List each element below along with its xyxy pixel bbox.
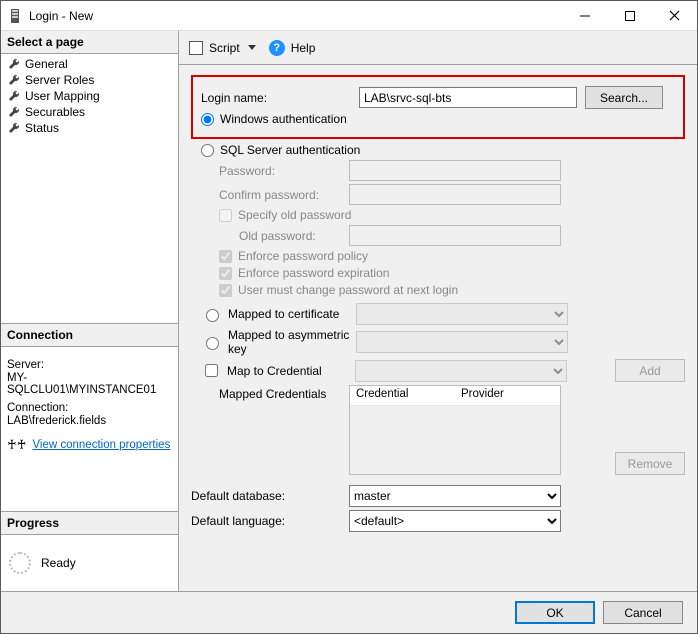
login-name-input[interactable] <box>359 87 577 108</box>
mapped-asym-select <box>356 331 568 353</box>
wrench-icon <box>7 73 21 87</box>
password-input <box>349 160 561 181</box>
search-button[interactable]: Search... <box>585 86 663 109</box>
script-icon <box>189 41 203 55</box>
map-credential-select <box>355 360 567 382</box>
page-server-roles[interactable]: Server Roles <box>1 72 178 88</box>
network-icon: ♰♰ <box>7 437 26 453</box>
progress-body: Ready <box>1 535 178 591</box>
enforce-policy-label: Enforce password policy <box>238 249 368 263</box>
connection-body: Server: MY-SQLCLU01\MYINSTANCE01 Connect… <box>1 347 178 512</box>
old-password-input <box>349 225 561 246</box>
page-label: Securables <box>25 105 85 119</box>
enforce-policy-checkbox <box>219 250 232 263</box>
remove-button: Remove <box>615 452 685 475</box>
page-label: Server Roles <box>25 73 94 87</box>
progress-header: Progress <box>1 512 178 535</box>
enforce-expiration-checkbox <box>219 267 232 280</box>
default-database-label: Default database: <box>191 489 349 503</box>
enforce-expiration-label: Enforce password expiration <box>238 266 389 280</box>
mapped-cert-radio[interactable] <box>206 309 219 322</box>
default-language-label: Default language: <box>191 514 349 528</box>
add-button: Add <box>615 359 685 382</box>
progress-status: Ready <box>41 556 76 570</box>
pages-header: Select a page <box>1 31 178 54</box>
server-value: MY-SQLCLU01\MYINSTANCE01 <box>7 372 172 396</box>
windows-auth-label: Windows authentication <box>220 112 347 126</box>
form-area: Login name: Search... Windows authentica… <box>179 65 697 591</box>
map-credential-checkbox[interactable] <box>205 364 218 377</box>
cancel-button[interactable]: Cancel <box>603 601 683 624</box>
ok-button[interactable]: OK <box>515 601 595 624</box>
must-change-checkbox <box>219 284 232 297</box>
page-label: User Mapping <box>25 89 100 103</box>
page-label: General <box>25 57 68 71</box>
wrench-icon <box>7 57 21 71</box>
map-credential-label: Map to Credential <box>227 364 355 378</box>
confirm-password-label: Confirm password: <box>191 188 349 202</box>
wrench-icon <box>7 105 21 119</box>
login-new-dialog: Login - New Select a page General Server… <box>0 0 698 634</box>
help-button[interactable]: Help <box>291 41 316 55</box>
right-panel: Script ? Help Login name: Search... <box>179 31 697 591</box>
dialog-footer: OK Cancel <box>1 591 697 633</box>
page-general[interactable]: General <box>1 56 178 72</box>
page-securables[interactable]: Securables <box>1 104 178 120</box>
connection-value: LAB\frederick.fields <box>7 415 172 427</box>
close-button[interactable] <box>652 1 697 30</box>
mapped-cert-select <box>356 303 568 325</box>
mapped-asym-radio[interactable] <box>206 337 219 350</box>
default-database-select[interactable]: master <box>349 485 561 507</box>
specify-old-password-label: Specify old password <box>238 208 351 222</box>
left-panel: Select a page General Server Roles User … <box>1 31 179 591</box>
page-user-mapping[interactable]: User Mapping <box>1 88 178 104</box>
wrench-icon <box>7 89 21 103</box>
connection-label: Connection: <box>7 402 172 414</box>
grid-col-provider: Provider <box>455 386 560 405</box>
help-icon: ? <box>269 40 285 56</box>
mapped-asym-label: Mapped to asymmetric key <box>228 328 356 356</box>
chevron-down-icon[interactable] <box>248 45 256 50</box>
app-icon <box>9 8 23 24</box>
page-list: General Server Roles User Mapping Secura… <box>1 54 178 324</box>
default-language-select[interactable]: <default> <box>349 510 561 532</box>
old-password-label: Old password: <box>191 229 349 243</box>
maximize-button[interactable] <box>607 1 652 30</box>
must-change-label: User must change password at next login <box>238 283 458 297</box>
minimize-button[interactable] <box>562 1 607 30</box>
specify-old-password-checkbox <box>219 209 232 222</box>
windows-auth-radio[interactable] <box>201 113 214 126</box>
server-label: Server: <box>7 359 172 371</box>
login-name-label: Login name: <box>201 91 359 105</box>
toolbar: Script ? Help <box>179 31 697 65</box>
password-label: Password: <box>191 164 349 178</box>
view-connection-properties-link[interactable]: View connection properties <box>32 439 170 451</box>
sql-auth-radio[interactable] <box>201 144 214 157</box>
mapped-cert-label: Mapped to certificate <box>228 307 356 321</box>
wrench-icon <box>7 121 21 135</box>
sql-auth-label: SQL Server authentication <box>220 143 360 157</box>
mapped-credentials-grid: Credential Provider <box>349 385 561 475</box>
confirm-password-input <box>349 184 561 205</box>
page-status[interactable]: Status <box>1 120 178 136</box>
window-title: Login - New <box>29 9 562 23</box>
grid-col-credential: Credential <box>350 386 455 405</box>
page-label: Status <box>25 121 59 135</box>
script-button[interactable]: Script <box>209 41 240 55</box>
window-buttons <box>562 1 697 30</box>
mapped-credentials-label: Mapped Credentials <box>191 385 349 401</box>
titlebar: Login - New <box>1 1 697 31</box>
connection-header: Connection <box>1 324 178 347</box>
highlight-box: Login name: Search... Windows authentica… <box>191 75 685 139</box>
progress-spinner-icon <box>9 552 31 574</box>
grid-body <box>350 406 560 474</box>
